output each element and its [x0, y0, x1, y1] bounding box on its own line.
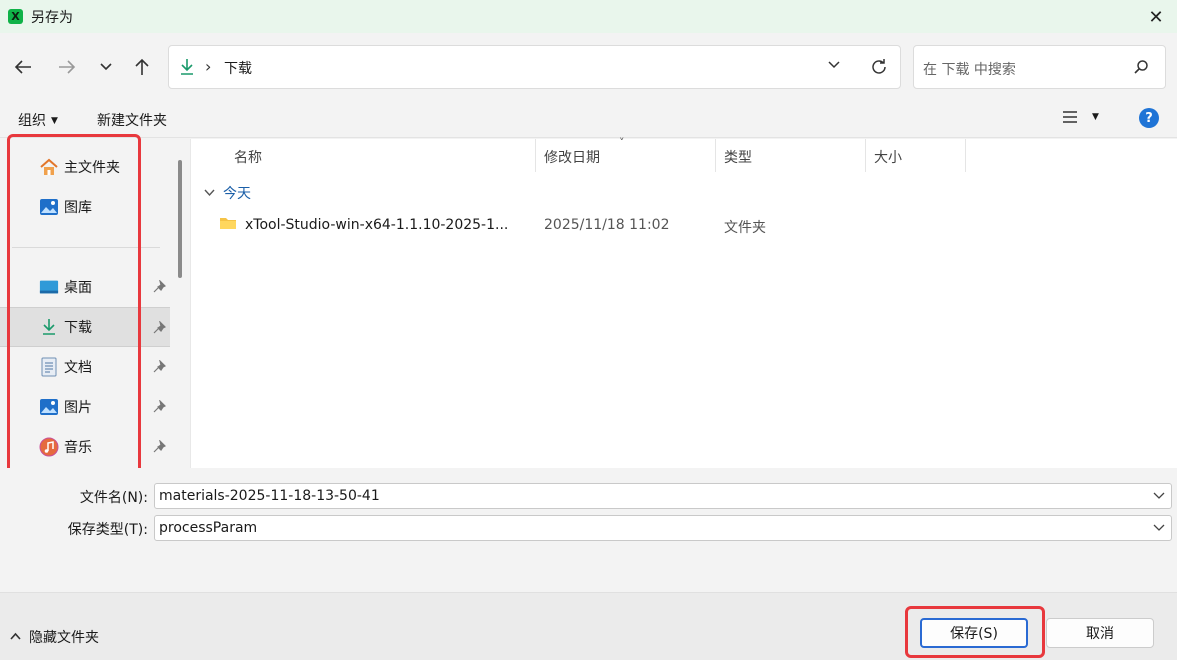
caret-down-icon: ▼ [1092, 112, 1099, 122]
search-icon [1134, 60, 1148, 74]
navigation-bar: › 下载 在 下载 中搜索 [0, 33, 1177, 100]
pin-icon[interactable] [152, 280, 166, 294]
pin-icon[interactable] [152, 440, 166, 454]
list-view-icon [1063, 111, 1077, 123]
forward-button[interactable] [55, 55, 79, 79]
new-folder-button[interactable]: 新建文件夹 [97, 110, 167, 130]
pin-icon[interactable] [152, 400, 166, 414]
window-title: 另存为 [31, 9, 73, 26]
help-button[interactable]: ? [1139, 108, 1159, 128]
hide-folders-toggle[interactable]: 隐藏文件夹 [10, 627, 99, 647]
breadcrumb-location[interactable]: 下载 [224, 58, 252, 78]
download-icon [181, 59, 193, 75]
highlight-annotation-save [905, 606, 1045, 658]
app-logo-icon: X [8, 9, 23, 24]
search-box[interactable]: 在 下载 中搜索 [913, 45, 1166, 89]
organize-menu[interactable]: 组织 ▼ [18, 110, 58, 130]
address-bar[interactable]: › 下载 [168, 45, 901, 89]
refresh-icon[interactable] [869, 57, 889, 77]
table-row[interactable]: xTool-Studio-win-x64-1.1.10-2025-1... 20… [213, 212, 1163, 240]
sidebar-scrollbar-thumb[interactable] [178, 160, 182, 278]
filename-field[interactable]: materials-2025-11-18-13-50-41 [154, 483, 1172, 509]
file-list: 名称 修改日期 ˅ 类型 大小 今天 xTool-Studio-win-x64-1… [190, 136, 1177, 468]
filename-label: 文件名(N): [79, 490, 148, 506]
group-header-today[interactable]: 今天 [204, 183, 251, 203]
filetype-select[interactable]: processParam [154, 515, 1172, 541]
command-bar: 组织 ▼ 新建文件夹 ▼ ? [0, 100, 1177, 138]
organize-label: 组织 [18, 113, 46, 129]
breadcrumb-separator: › [205, 57, 212, 76]
address-history-chevron-icon[interactable] [827, 60, 841, 70]
search-placeholder: 在 下载 中搜索 [923, 62, 1016, 78]
highlight-annotation-sidebar [7, 134, 141, 474]
close-button[interactable]: ✕ [1145, 6, 1167, 28]
view-options-button[interactable]: ▼ [1062, 110, 1099, 124]
pin-icon[interactable] [152, 321, 166, 335]
chevron-up-icon [10, 632, 21, 643]
column-header-name[interactable]: 名称 [226, 139, 536, 172]
caret-down-icon: ▼ [51, 116, 58, 126]
chevron-down-icon [100, 63, 112, 71]
filetype-value: processParam [159, 520, 258, 536]
filename-value: materials-2025-11-18-13-50-41 [159, 488, 380, 504]
hide-folders-label: 隐藏文件夹 [29, 630, 99, 646]
file-date-modified: 2025/11/18 11:02 [544, 217, 670, 233]
chevron-down-icon [204, 187, 215, 200]
column-header-size[interactable]: 大小 [866, 139, 966, 172]
folder-icon [220, 218, 236, 229]
column-header-type[interactable]: 类型 [716, 139, 866, 172]
arrow-right-icon [59, 60, 76, 74]
arrow-up-icon [135, 58, 149, 75]
title-bar: X 另存为 ✕ [0, 0, 1177, 33]
chevron-down-icon[interactable] [1153, 490, 1165, 500]
filetype-label: 保存类型(T): [67, 522, 148, 538]
up-button[interactable] [130, 55, 154, 79]
pin-icon[interactable] [152, 360, 166, 374]
recent-locations-button[interactable] [94, 55, 118, 79]
column-header-date-modified[interactable]: 修改日期 ˅ [536, 136, 716, 172]
file-type: 文件夹 [724, 220, 766, 236]
sort-indicator-icon: ˅ [619, 136, 625, 149]
group-label: 今天 [223, 186, 251, 202]
save-options: 文件名(N): materials-2025-11-18-13-50-41 保存… [0, 468, 1177, 592]
arrow-left-icon [14, 60, 31, 74]
back-button[interactable] [11, 55, 35, 79]
cancel-button[interactable]: 取消 [1046, 618, 1154, 648]
file-name: xTool-Studio-win-x64-1.1.10-2025-1... [245, 217, 509, 233]
chevron-down-icon[interactable] [1153, 522, 1165, 532]
